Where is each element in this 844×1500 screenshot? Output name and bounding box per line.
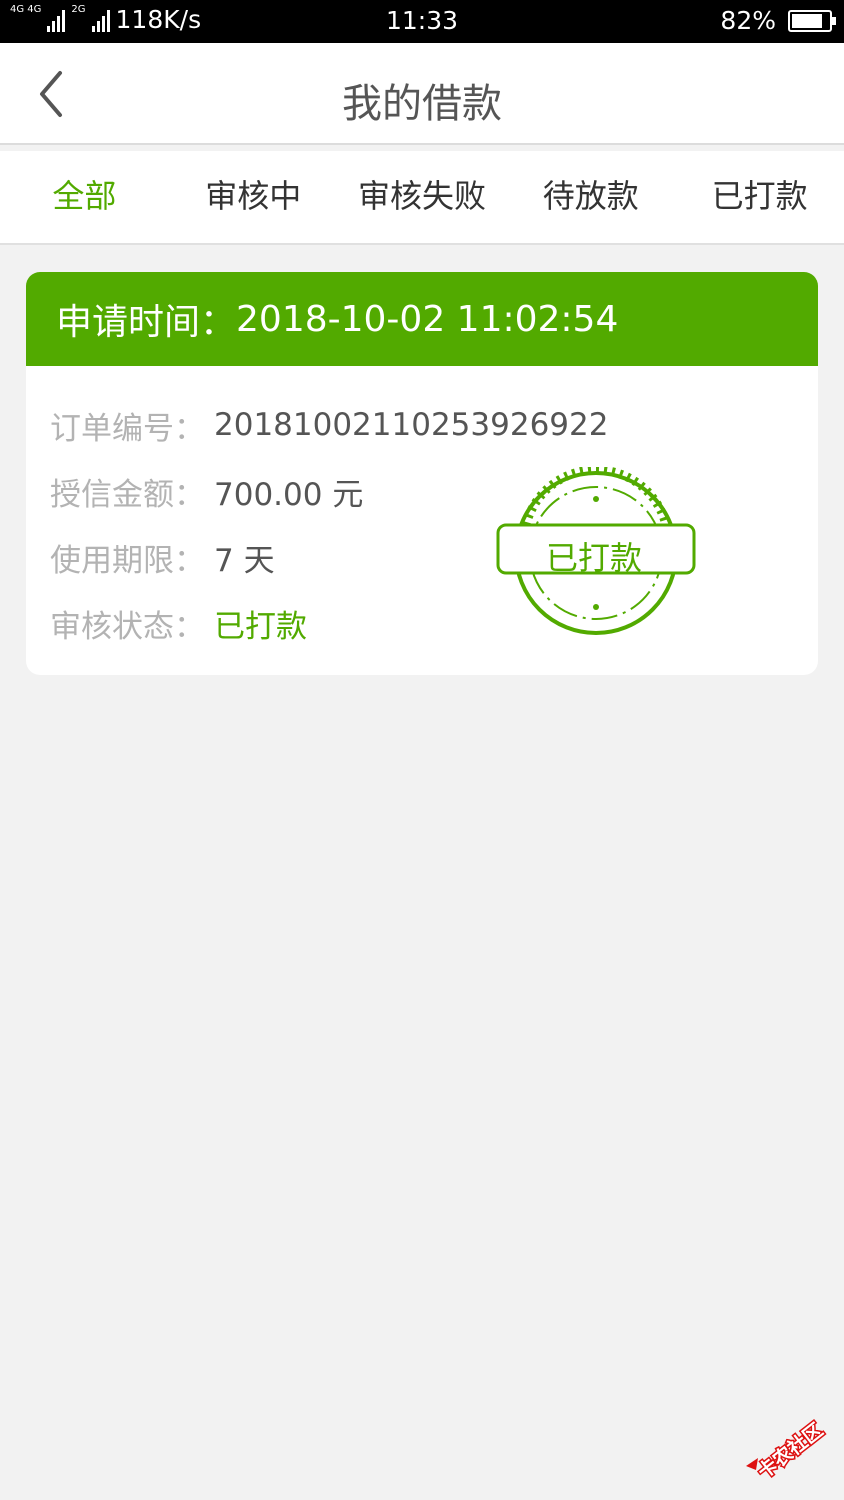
svg-text:卡农社区: 卡农社区 — [753, 1418, 827, 1482]
tab-under-review[interactable]: 审核中 — [169, 151, 338, 243]
loan-card-header: 申请时间： 2018-10-02 11:02:54 — [26, 272, 818, 366]
order-number-label: 订单编号： — [50, 410, 205, 447]
tab-paid[interactable]: 已打款 — [675, 151, 844, 243]
tab-all[interactable]: 全部 — [0, 151, 169, 243]
status-right: 82% — [720, 6, 836, 35]
term: 7 天 — [214, 542, 275, 579]
watermark-logo: 卡农社区 — [746, 1417, 829, 1485]
battery-icon — [788, 9, 836, 32]
credit-amount-row: 授信金额： 700.00 元 — [50, 458, 818, 524]
term-row: 使用期限： 7 天 — [50, 524, 818, 590]
review-status: 已打款 — [214, 608, 307, 645]
status-time: 11:33 — [385, 6, 459, 35]
applied-time: 2018-10-02 11:02:54 — [236, 298, 619, 340]
applied-time-label: 申请时间： — [56, 302, 237, 343]
loan-details: 订单编号： 20181002110253926922 授信金额： 700.00 … — [26, 366, 818, 656]
page-title: 我的借款 — [342, 81, 502, 127]
stamp-text: 已打款 — [546, 539, 643, 577]
tab-pending-disbursement[interactable]: 待放款 — [506, 151, 675, 243]
term-label: 使用期限： — [50, 542, 205, 579]
status-row: 审核状态： 已打款 — [50, 590, 818, 656]
battery-percent: 82% — [720, 6, 776, 35]
status-bar: 4G 4G 2G 118K/s 11:33 82% — [0, 0, 844, 43]
community-watermark: 卡农社区 — [742, 1412, 840, 1485]
tab-review-failed[interactable]: 审核失败 — [338, 151, 507, 243]
status-label: 审核状态： — [50, 608, 205, 645]
paid-stamp: 已打款 — [496, 465, 696, 639]
credit-amount: 700.00 元 — [214, 476, 364, 513]
credit-amount-label: 授信金额： — [50, 476, 205, 513]
order-number: 20181002110253926922 — [214, 407, 609, 443]
loan-card[interactable]: 申请时间： 2018-10-02 11:02:54 订单编号： 20181002… — [26, 272, 818, 675]
order-number-row: 订单编号： 20181002110253926922 — [50, 392, 818, 458]
nav-bar: 我的借款 — [0, 43, 844, 145]
tab-bar: 全部 审核中 审核失败 待放款 已打款 — [0, 151, 844, 245]
